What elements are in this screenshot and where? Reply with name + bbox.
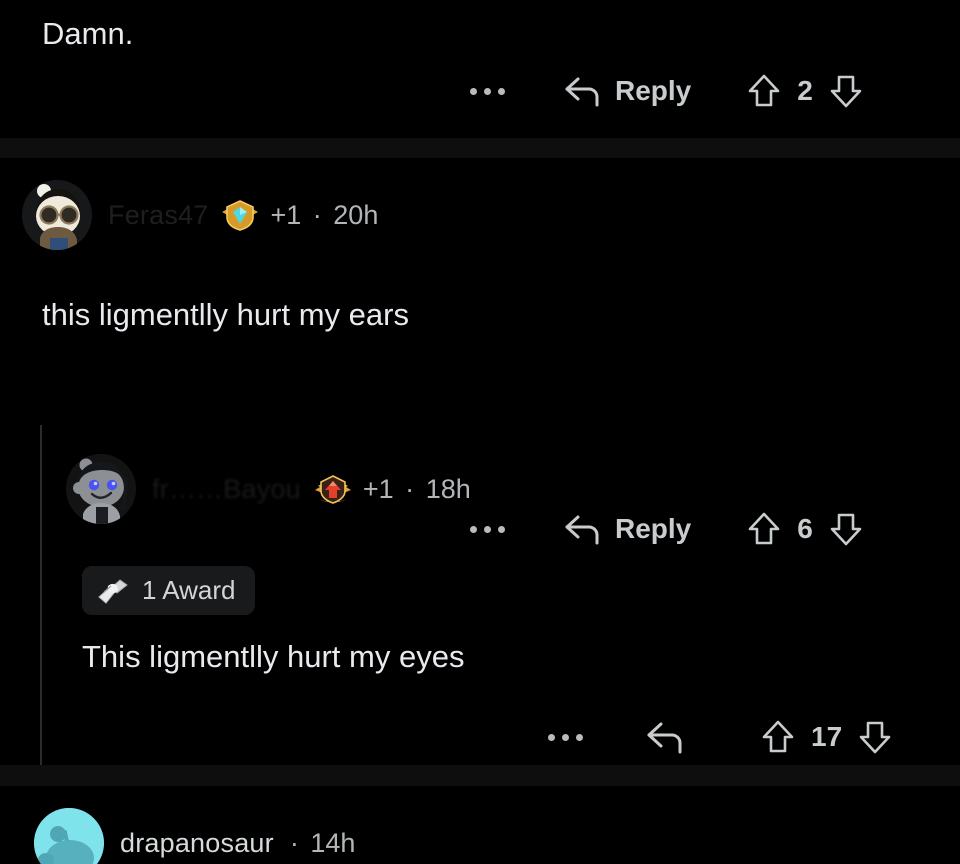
comment-header: fr……Bayou +1 · 18h — [66, 454, 471, 524]
award-pill[interactable]: 1 Award — [82, 566, 256, 615]
comment-separator — [0, 138, 960, 158]
comment-meta: +1 · 20h — [270, 200, 378, 231]
more-options-button[interactable] — [548, 733, 583, 741]
comment-action-bar: 17 — [548, 718, 948, 756]
downvote-icon[interactable] — [829, 72, 863, 110]
comment-body: this ligmentlly hurt my ears — [42, 297, 409, 332]
username[interactable]: Feras47 — [108, 200, 208, 231]
comment-4: drapanosaur · 14h — [0, 786, 960, 864]
bro-fist-award-icon — [96, 576, 130, 606]
upvote-icon[interactable] — [747, 72, 781, 110]
comment-header: Feras47 +1 · 20h — [22, 180, 378, 250]
username[interactable]: fr……Bayou — [152, 474, 301, 505]
timestamp: 18h — [425, 473, 471, 504]
karma-delta: +1 — [362, 473, 394, 504]
reply-button[interactable]: Reply — [563, 74, 691, 108]
vote-group: 17 — [761, 718, 892, 756]
comment-action-bar: Reply 2 — [470, 72, 920, 110]
vote-group: 2 — [747, 72, 863, 110]
downvote-icon[interactable] — [858, 718, 892, 756]
reply-label: Reply — [615, 75, 692, 106]
vote-count: 17 — [811, 721, 843, 752]
username[interactable]: drapanosaur — [120, 828, 274, 859]
comment-meta: +1 · 18h — [363, 474, 471, 505]
comment-2: Feras47 +1 · 20h this ligmentlly hurt my… — [0, 158, 960, 546]
award-count-label: 1 Award — [142, 575, 236, 605]
dot-icon — [484, 87, 491, 95]
avatar[interactable] — [34, 808, 104, 864]
reply-arrow-icon — [645, 719, 685, 755]
comment-header: drapanosaur · 14h — [34, 808, 355, 864]
karma-delta: +1 — [270, 199, 302, 230]
dot-icon — [562, 733, 569, 741]
comment-3-nested: fr……Bayou +1 · 18h 1 Award This ligmentl… — [0, 430, 960, 760]
reply-button[interactable] — [645, 719, 699, 755]
more-options-button[interactable] — [470, 87, 505, 95]
comment-thread-screen: Damn. Reply 2 Feras47 +1 · 20h this ligm… — [0, 0, 960, 864]
vote-count: 2 — [797, 75, 813, 106]
gold-wings-upvote-badge — [313, 472, 353, 506]
comment-separator — [0, 765, 960, 786]
dot-icon — [470, 87, 477, 95]
dot-icon — [576, 733, 583, 741]
timestamp: 20h — [333, 199, 379, 230]
comment-meta: · 14h — [286, 828, 356, 859]
comment-body: This ligmentlly hurt my eyes — [82, 639, 465, 674]
meta-dot: · — [289, 827, 299, 858]
avatar[interactable] — [66, 454, 136, 524]
dot-icon — [548, 733, 555, 741]
comment-1: Damn. Reply 2 — [0, 0, 960, 138]
gold-wings-gem-badge — [220, 198, 260, 232]
upvote-icon[interactable] — [761, 718, 795, 756]
dot-icon — [498, 87, 505, 95]
meta-dot: · — [405, 473, 415, 504]
avatar[interactable] — [22, 180, 92, 250]
meta-dot: · — [312, 199, 322, 230]
reply-arrow-icon — [563, 74, 601, 108]
comment-body: Damn. — [42, 16, 134, 51]
timestamp: 14h — [310, 827, 356, 858]
